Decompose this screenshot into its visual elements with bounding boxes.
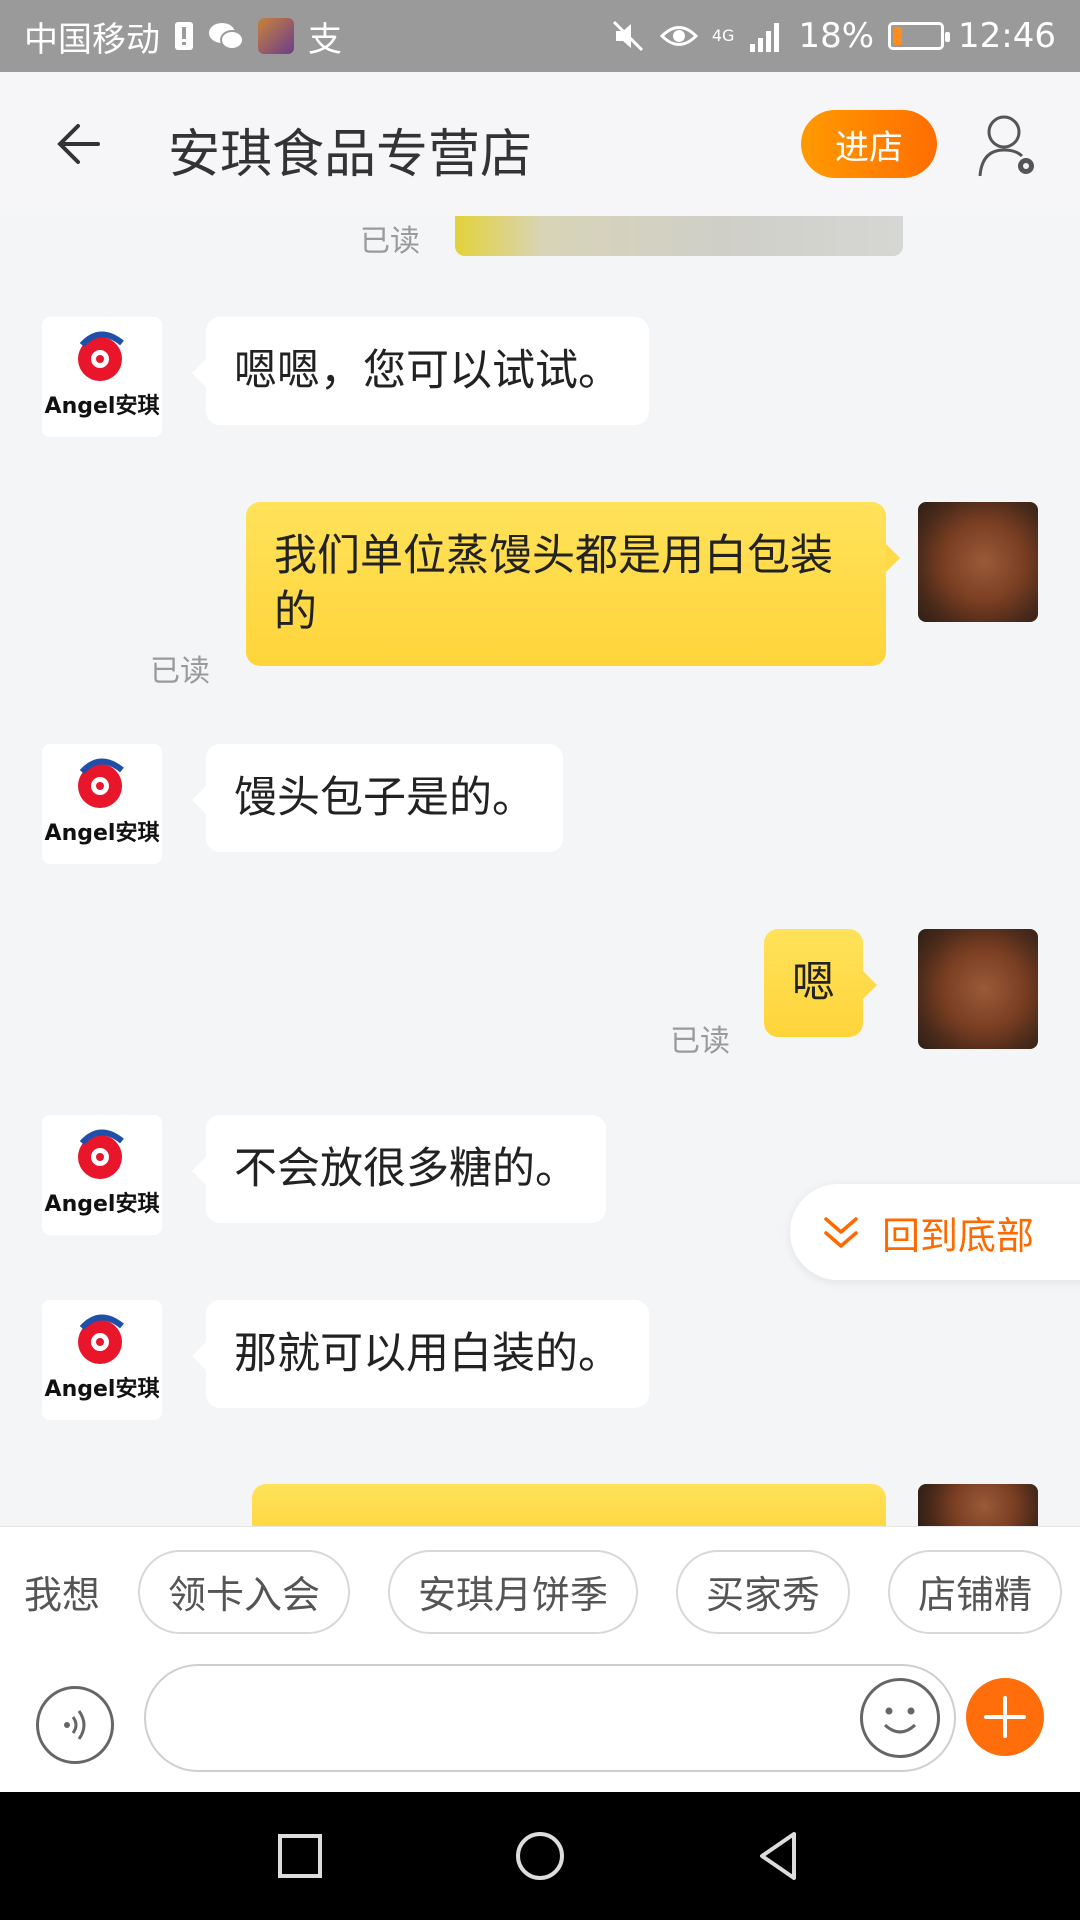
shop-avatar[interactable]: Angel安琪: [42, 1115, 162, 1235]
signal-icon: [750, 23, 780, 52]
nav-square-icon[interactable]: [270, 1826, 330, 1886]
angel-logo-icon: Angel安琪: [45, 1314, 160, 1402]
smile-face: [883, 1707, 917, 1734]
double-chevron-down-icon: [824, 1217, 858, 1248]
message-bubble[interactable]: 不会放很多糖的。: [192, 1115, 606, 1223]
chat-messages[interactable]: 已读 Angel安琪 嗯嗯，您可以试试。 我们单位蒸馒头都是用白包装的 已读 A…: [0, 216, 1080, 1526]
plus-icon[interactable]: [966, 1678, 1044, 1756]
shop-avatar[interactable]: Angel安琪: [42, 1300, 162, 1420]
quick-reply-chip[interactable]: 领卡入会: [138, 1549, 351, 1634]
message-bubble[interactable]: 那就可以用白装的。: [192, 1300, 649, 1408]
status-bar: 中国移动 支 4G 18% 12:46: [0, 0, 1080, 72]
user-avatar[interactable]: [918, 502, 1038, 622]
read-status: 已读: [150, 654, 210, 689]
nav-home-icon[interactable]: [510, 1826, 570, 1886]
message-bubble[interactable]: 我们单位蒸馒头都是用白包装的: [246, 502, 900, 666]
clock: 12:46: [958, 16, 1056, 56]
message-bubble[interactable]: 嗯嗯，您可以试试。: [192, 317, 649, 425]
voice-icon[interactable]: [36, 1686, 114, 1764]
svg-text:Angel安琪: Angel安琪: [45, 820, 160, 846]
user-avatar[interactable]: [918, 929, 1038, 1049]
carrier-label: 中国移动: [24, 19, 160, 60]
chat-header: 安琪食品专营店 进店: [0, 72, 1080, 216]
emoji-icon[interactable]: [860, 1678, 940, 1758]
user-avatar[interactable]: [918, 1484, 1038, 1526]
nav-back-icon[interactable]: [750, 1826, 810, 1886]
angel-logo-icon: Angel安琪: [45, 1129, 160, 1217]
angel-logo-icon: Angel安琪: [45, 331, 160, 419]
shop-avatar[interactable]: Angel安琪: [42, 317, 162, 437]
svg-text:Angel安琪: Angel安琪: [45, 393, 160, 419]
angel-logo-icon: Angel安琪: [45, 758, 160, 846]
battery-icon: [888, 22, 951, 50]
back-arrow-icon[interactable]: [52, 116, 112, 172]
eye-icon: [659, 26, 698, 46]
game-avatar-icon: [258, 18, 294, 54]
scroll-to-bottom-label: 回到底部: [882, 1213, 1035, 1258]
plus-glyph: [984, 1696, 1026, 1738]
sim-icon: [175, 22, 193, 50]
read-status: 已读: [360, 224, 420, 259]
enter-store-button[interactable]: 进店: [801, 110, 937, 178]
message-bubble-partial[interactable]: [252, 1484, 886, 1526]
scroll-to-bottom-button[interactable]: 回到底部: [790, 1184, 1080, 1280]
page-title: 安琪食品专营店: [168, 125, 533, 185]
quick-reply-label: 我想: [24, 1573, 101, 1617]
svg-text:Angel安琪: Angel安琪: [45, 1191, 160, 1217]
quick-reply-bar[interactable]: 我想 领卡入会 安琪月饼季 买家秀 店铺精: [0, 1526, 1080, 1656]
svg-text:Angel安琪: Angel安琪: [45, 1376, 160, 1402]
message-bubble[interactable]: 馒头包子是的。: [192, 744, 563, 852]
network-type: 4G: [711, 26, 735, 45]
shop-avatar[interactable]: Angel安琪: [42, 744, 162, 864]
mute-icon: [612, 20, 643, 52]
battery-fill: [893, 27, 903, 45]
read-status: 已读: [670, 1024, 730, 1059]
user-settings-icon[interactable]: [976, 112, 1040, 180]
wechat-icon: [209, 23, 244, 50]
image-message[interactable]: [455, 216, 903, 256]
battery-percent: 18%: [798, 16, 875, 56]
quick-reply-chip[interactable]: 安琪月饼季: [388, 1549, 639, 1634]
message-bubble[interactable]: 嗯: [764, 929, 877, 1037]
alipay-icon: 支: [308, 19, 342, 60]
message-input[interactable]: [144, 1664, 956, 1772]
voice-waves: [64, 1710, 86, 1740]
system-nav-bar: [0, 1792, 1080, 1920]
quick-reply-chip[interactable]: 店铺精: [888, 1549, 1063, 1634]
quick-reply-chip[interactable]: 买家秀: [676, 1549, 851, 1634]
input-row: [0, 1656, 1080, 1792]
